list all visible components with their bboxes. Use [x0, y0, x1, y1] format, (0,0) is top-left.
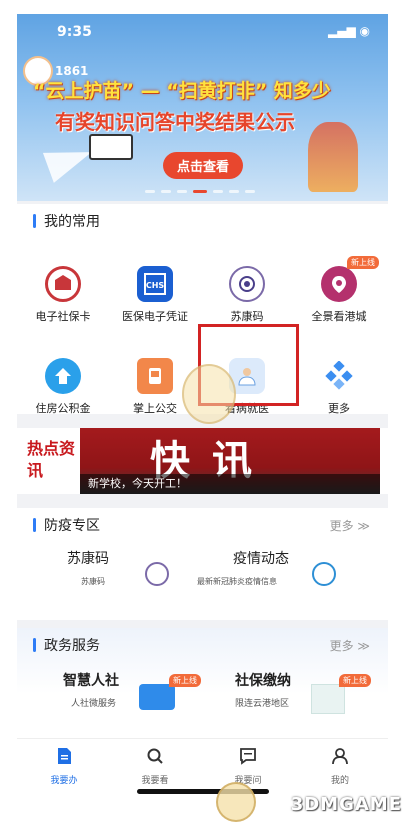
- banner-view-button[interactable]: 点击查看: [163, 152, 244, 179]
- housing-fund-icon: [45, 358, 81, 394]
- gov-item-title: 社保缴纳: [235, 673, 291, 689]
- new-badge: 新上线: [339, 674, 371, 687]
- chs-medical-insurance-icon: CHS: [137, 266, 173, 302]
- service-chs-voucher[interactable]: CHS 医保电子凭证: [109, 266, 201, 324]
- pager-dot: [229, 190, 239, 193]
- watermark-mascot-icon: [182, 364, 236, 424]
- epidemic-more-link[interactable]: 更多 ≫: [330, 517, 370, 534]
- epidemic-title: 防疫专区: [44, 518, 100, 534]
- service-housing-fund[interactable]: 住房公积金: [17, 358, 109, 416]
- service-label: 电子社保卡: [35, 310, 91, 323]
- pager-dot: [177, 190, 187, 193]
- tab-label: 我要办: [50, 776, 78, 786]
- gov-item-social-insurance[interactable]: 社保缴纳 限连云港地区: [235, 670, 291, 709]
- gov-services-section: 政务服务 更多 ≫ 智慧人社 人社微服务 新上线 社保缴纳 限连云港地区 新上线: [17, 628, 388, 738]
- status-time: 9:35: [57, 24, 92, 40]
- search-icon: [147, 748, 163, 764]
- epidemic-item-dynamics[interactable]: 疫情动态 最新新冠肺炎疫情信息: [197, 548, 367, 587]
- more-apps-icon: [321, 358, 357, 394]
- sukang-code-icon: [145, 562, 169, 586]
- news-banner[interactable]: 热点资讯 快讯 新学校，今天开工！: [17, 428, 388, 494]
- tab-mine[interactable]: 我的: [305, 747, 375, 786]
- service-label: 全景看港城: [311, 310, 367, 323]
- health-commission-icon: [312, 562, 336, 586]
- news-image[interactable]: 快讯 新学校，今天开工！: [80, 428, 380, 494]
- news-caption: 新学校，今天开工！: [80, 474, 380, 494]
- service-label: 住房公积金: [35, 402, 91, 415]
- gov-item-subtitle: 限连云港地区: [235, 699, 290, 709]
- pager-dot: [213, 190, 223, 193]
- more-label: 更多: [329, 518, 354, 533]
- gov-header: 政务服务 更多 ≫: [17, 628, 388, 662]
- document-icon: [58, 748, 71, 764]
- favorites-header: 我的常用: [17, 204, 388, 238]
- gov-item-smart-hr[interactable]: 智慧人社 人社微服务: [63, 670, 119, 709]
- tab-label: 我要问: [234, 776, 262, 786]
- pager-dot: [161, 190, 171, 193]
- social-security-card-icon: [45, 266, 81, 302]
- watermark-text: 3DMGAME: [290, 794, 402, 815]
- section-accent-bar: [33, 638, 36, 652]
- tab-browse[interactable]: 我要看: [120, 747, 190, 786]
- service-sukang-code[interactable]: 苏康码: [201, 266, 293, 324]
- service-more[interactable]: 更多: [293, 358, 385, 416]
- status-icons: ▂▄▆ ◉: [328, 24, 370, 38]
- news-label: 热点资讯: [27, 439, 76, 480]
- tab-ask[interactable]: 我要问: [213, 747, 283, 786]
- gov-title: 政务服务: [44, 638, 100, 654]
- sukang-code-icon: [229, 266, 265, 302]
- service-label: 苏康码: [230, 310, 264, 323]
- section-accent-bar: [33, 518, 36, 532]
- tab-todo[interactable]: 我要办: [29, 747, 99, 786]
- tab-label: 我的: [330, 776, 349, 786]
- book-icon: [89, 134, 133, 160]
- epidemic-item-subtitle: 最新新冠肺炎疫情信息: [197, 577, 277, 586]
- id-card-icon: [139, 684, 175, 710]
- epidemic-section: 防疫专区 更多 ≫ 苏康码 苏康码 疫情动态 最新新冠肺炎疫情信息: [17, 508, 388, 620]
- more-label: 更多: [329, 638, 354, 653]
- watermark-mascot-icon: [216, 782, 256, 822]
- runner-figure-icon: [308, 122, 358, 192]
- epidemic-items: 苏康码 苏康码 疫情动态 最新新冠肺炎疫情信息: [17, 548, 388, 608]
- favorites-title: 我的常用: [44, 214, 100, 230]
- gov-more-link[interactable]: 更多 ≫: [330, 637, 370, 654]
- social-security-logo-icon: [311, 684, 345, 714]
- gov-item-title: 智慧人社: [63, 673, 119, 689]
- service-social-security-card[interactable]: 电子社保卡: [17, 266, 109, 324]
- epidemic-header: 防疫专区 更多 ≫: [17, 508, 388, 542]
- gov-item-subtitle: 人社微服务: [71, 699, 117, 709]
- banner-pager: [145, 190, 255, 193]
- promo-banner[interactable]: 9:35 ▂▄▆ ◉ 1861 “云上护苗” — “扫黄打非” 知多少 有奖知识…: [17, 14, 388, 201]
- new-badge: 新上线: [169, 674, 201, 687]
- pager-dot: [145, 190, 155, 193]
- tab-label: 我要看: [141, 776, 169, 786]
- svg-text:CHS: CHS: [146, 281, 165, 290]
- chat-icon: [240, 748, 256, 765]
- banner-subtitle: 有奖知识问答中奖结果公示: [55, 110, 295, 134]
- section-accent-bar: [33, 214, 36, 228]
- service-panorama-city[interactable]: 新上线 全景看港城: [293, 256, 385, 324]
- pager-dot: [245, 190, 255, 193]
- new-badge: 新上线: [347, 256, 379, 269]
- mobile-bus-icon: [137, 358, 173, 394]
- service-label: 更多: [328, 402, 350, 415]
- epidemic-item-title: 疫情动态: [233, 551, 289, 567]
- service-label: 医保电子凭证: [122, 310, 188, 323]
- banner-title: “云上护苗” — “扫黄打非” 知多少: [33, 80, 331, 102]
- pager-dot-active: [193, 190, 207, 193]
- user-icon: [332, 748, 348, 765]
- panorama-city-icon: [321, 266, 357, 302]
